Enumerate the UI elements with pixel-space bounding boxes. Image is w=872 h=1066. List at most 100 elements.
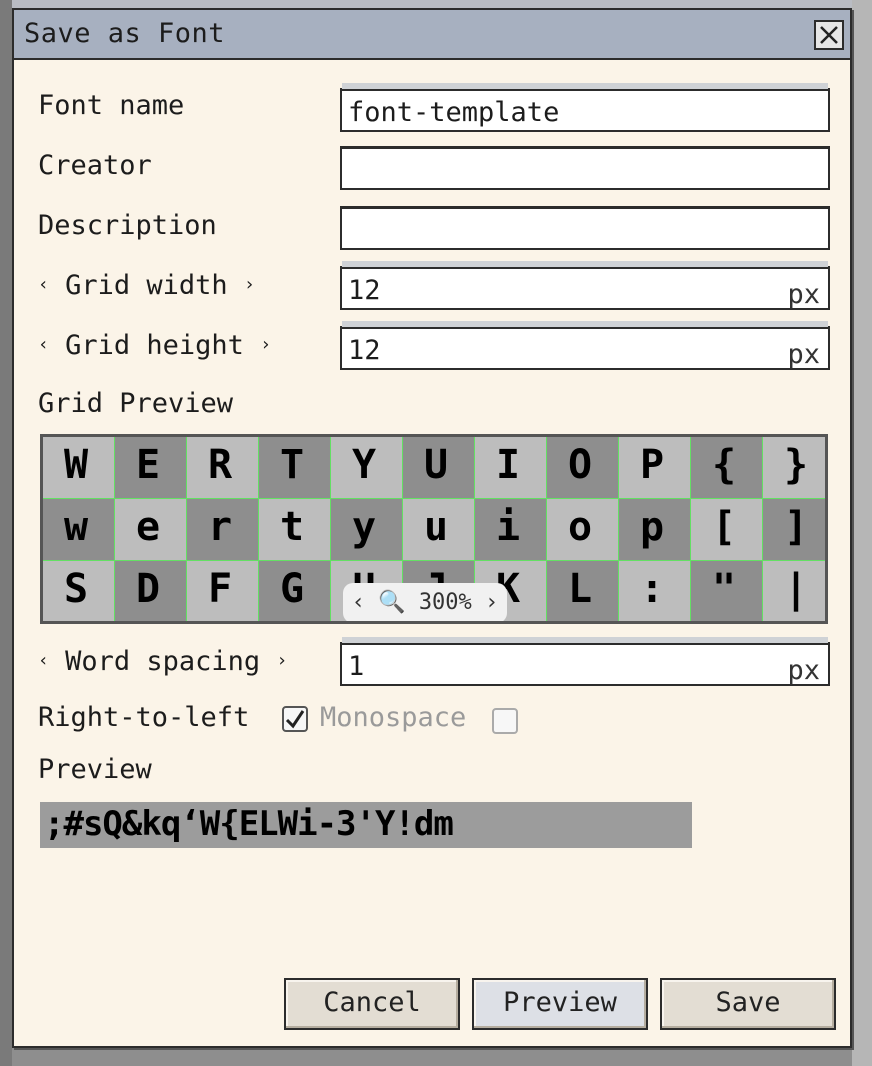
grid-glyph: [ — [711, 504, 737, 550]
field-shade — [342, 321, 828, 327]
grid-glyph: W — [63, 442, 89, 488]
grid-cell: Y — [331, 437, 403, 499]
word-spacing-label[interactable]: ‹ Word spacing › — [38, 646, 287, 677]
grid-cell: w — [43, 499, 115, 561]
grid-cell: P — [619, 437, 691, 499]
grid-cell: D — [115, 561, 187, 621]
grid-glyph: G — [279, 566, 305, 612]
description-label: Description — [38, 210, 217, 241]
grid-cell: R — [187, 437, 259, 499]
increase-arrow-icon: › — [260, 334, 272, 355]
dialog-title: Save as Font — [24, 18, 226, 49]
save-button[interactable]: Save — [660, 978, 836, 1030]
grid-cell: " — [691, 561, 763, 621]
grid-cell: p — [619, 499, 691, 561]
grid-glyph: : — [639, 566, 665, 612]
grid-glyph: } — [783, 442, 809, 488]
grid-glyph: E — [135, 442, 161, 488]
grid-height-label-text: Grid height — [65, 330, 244, 361]
grid-cell: u — [403, 499, 475, 561]
right-to-left-label[interactable]: Right-to-left — [38, 702, 249, 733]
grid-glyph: D — [135, 566, 161, 612]
grid-glyph: u — [423, 504, 449, 550]
grid-cell: L — [547, 561, 619, 621]
grid-glyph: ] — [783, 504, 809, 550]
grid-cell: S — [43, 561, 115, 621]
dialog-titlebar[interactable]: Save as Font — [14, 10, 850, 60]
grid-glyph: i — [495, 504, 521, 550]
grid-glyph: y — [351, 504, 377, 550]
word-spacing-value: 1 — [348, 651, 365, 682]
font-name-input[interactable]: font-template — [340, 83, 830, 132]
cancel-button[interactable]: Cancel — [284, 978, 460, 1030]
save-as-font-dialog: Save as Font Font name font-template Cre… — [12, 8, 852, 1048]
grid-cell: E — [115, 437, 187, 499]
preview-label: Preview — [38, 754, 152, 785]
grid-cell: r — [187, 499, 259, 561]
grid-preview-label: Grid Preview — [38, 388, 234, 419]
preview-strip: ;#sQ&kq‘W{ELWi-3'Y!dm — [40, 802, 692, 848]
grid-cell: I — [475, 437, 547, 499]
word-spacing-label-text: Word spacing — [65, 646, 261, 677]
grid-cell: O — [547, 437, 619, 499]
font-name-value: font-template — [348, 97, 560, 128]
creator-input[interactable] — [340, 146, 830, 190]
grid-cell: o — [547, 499, 619, 561]
grid-glyph: { — [711, 442, 737, 488]
background-app-left — [0, 0, 12, 1066]
grid-glyph: p — [639, 504, 665, 550]
zoom-control[interactable]: ‹ 🔍 300% › — [343, 583, 507, 621]
grid-cell: U — [403, 437, 475, 499]
grid-glyph: " — [711, 566, 737, 612]
grid-preview-canvas[interactable]: WERTYUIOP{}wertyuiop[]SDFGHJKL:"|‹ 🔍 300… — [40, 434, 828, 624]
grid-cell: } — [763, 437, 825, 499]
grid-cell: G — [259, 561, 331, 621]
grid-height-input[interactable]: 12 px — [340, 321, 830, 370]
preview-button[interactable]: Preview — [472, 978, 648, 1030]
word-spacing-unit: px — [787, 655, 820, 686]
decrease-arrow-icon: ‹ — [38, 274, 49, 295]
grid-width-label-text: Grid width — [65, 270, 228, 301]
grid-height-unit: px — [787, 339, 820, 370]
grid-glyph: e — [135, 504, 161, 550]
grid-cell: [ — [691, 499, 763, 561]
grid-glyph: r — [207, 504, 233, 550]
grid-glyph: U — [423, 442, 449, 488]
word-spacing-input[interactable]: 1 px — [340, 637, 830, 686]
grid-cell: i — [475, 499, 547, 561]
grid-glyph: S — [63, 566, 89, 612]
grid-glyph: F — [207, 566, 233, 612]
grid-height-label[interactable]: ‹ Grid height › — [38, 330, 271, 361]
background-app-right — [852, 0, 872, 1066]
grid-width-label[interactable]: ‹ Grid width › — [38, 270, 255, 301]
grid-glyph: Y — [351, 442, 377, 488]
right-to-left-checkbox[interactable] — [282, 706, 308, 732]
grid-glyph: o — [567, 504, 593, 550]
field-shade — [342, 637, 828, 643]
close-button[interactable] — [814, 20, 844, 50]
grid-glyph: L — [567, 566, 593, 612]
grid-cell: T — [259, 437, 331, 499]
grid-cell: ] — [763, 499, 825, 561]
grid-width-input[interactable]: 12 px — [340, 261, 830, 310]
grid-height-value: 12 — [348, 335, 381, 366]
creator-label: Creator — [38, 150, 152, 181]
increase-arrow-icon: › — [243, 274, 255, 295]
grid-cell: | — [763, 561, 825, 621]
decrease-arrow-icon: ‹ — [38, 650, 49, 671]
description-input[interactable] — [340, 206, 830, 250]
grid-cell: : — [619, 561, 691, 621]
decrease-arrow-icon: ‹ — [38, 334, 49, 355]
grid-glyph: | — [783, 566, 809, 612]
grid-glyph: I — [495, 442, 521, 488]
grid-glyph: O — [567, 442, 593, 488]
checkmark-icon — [285, 710, 305, 729]
grid-cell: e — [115, 499, 187, 561]
monospace-checkbox — [492, 708, 518, 734]
grid-glyph: w — [63, 504, 89, 550]
grid-cell: { — [691, 437, 763, 499]
grid-cell: F — [187, 561, 259, 621]
close-icon — [820, 26, 838, 44]
preview-text: ;#sQ&kq‘W{ELWi-3'Y!dm — [44, 804, 454, 844]
monospace-label: Monospace — [320, 702, 467, 733]
